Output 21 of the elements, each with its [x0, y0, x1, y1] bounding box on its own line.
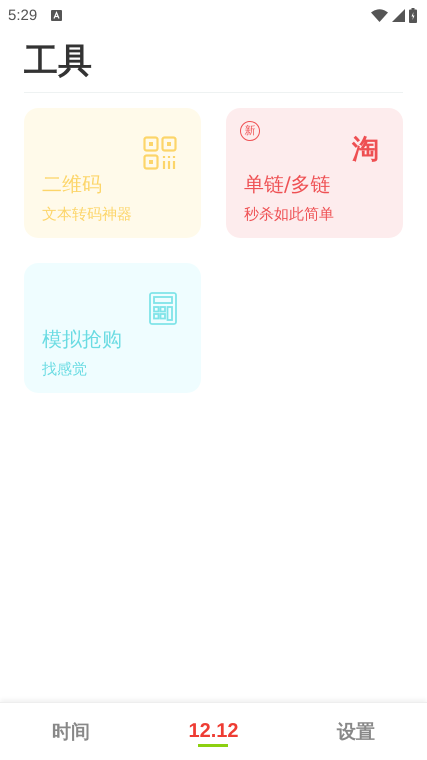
calculator-icon — [149, 292, 177, 325]
notification-icon — [51, 10, 62, 20]
tab-indicator — [198, 744, 228, 747]
battery-icon — [409, 8, 417, 22]
card-subtitle: 文本转码神器 — [42, 204, 133, 224]
qr-code-icon — [143, 136, 177, 170]
nav-tab[interactable]: 时间 — [0, 703, 142, 760]
card-subtitle: 找感觉 — [42, 359, 88, 379]
card-title: 模拟抢购 — [42, 326, 123, 353]
page-title: 工具 — [24, 36, 403, 93]
signal-icon — [392, 8, 405, 22]
wifi-icon — [371, 8, 388, 22]
new-badge: 新 — [240, 121, 260, 141]
taobao-logo: 淘 — [352, 134, 379, 166]
card-subtitle: 秒杀如此简单 — [244, 204, 335, 224]
tool-card[interactable]: 新 淘 单链/多链 秒杀如此简单 — [226, 108, 403, 238]
card-title: 二维码 — [42, 171, 103, 198]
nav-tab[interactable]: 设置 — [284, 703, 427, 760]
status-time: 5:29 — [8, 6, 38, 24]
nav-tab[interactable]: 12.12 — [142, 703, 285, 760]
card-title: 单链/多链 — [244, 171, 332, 198]
